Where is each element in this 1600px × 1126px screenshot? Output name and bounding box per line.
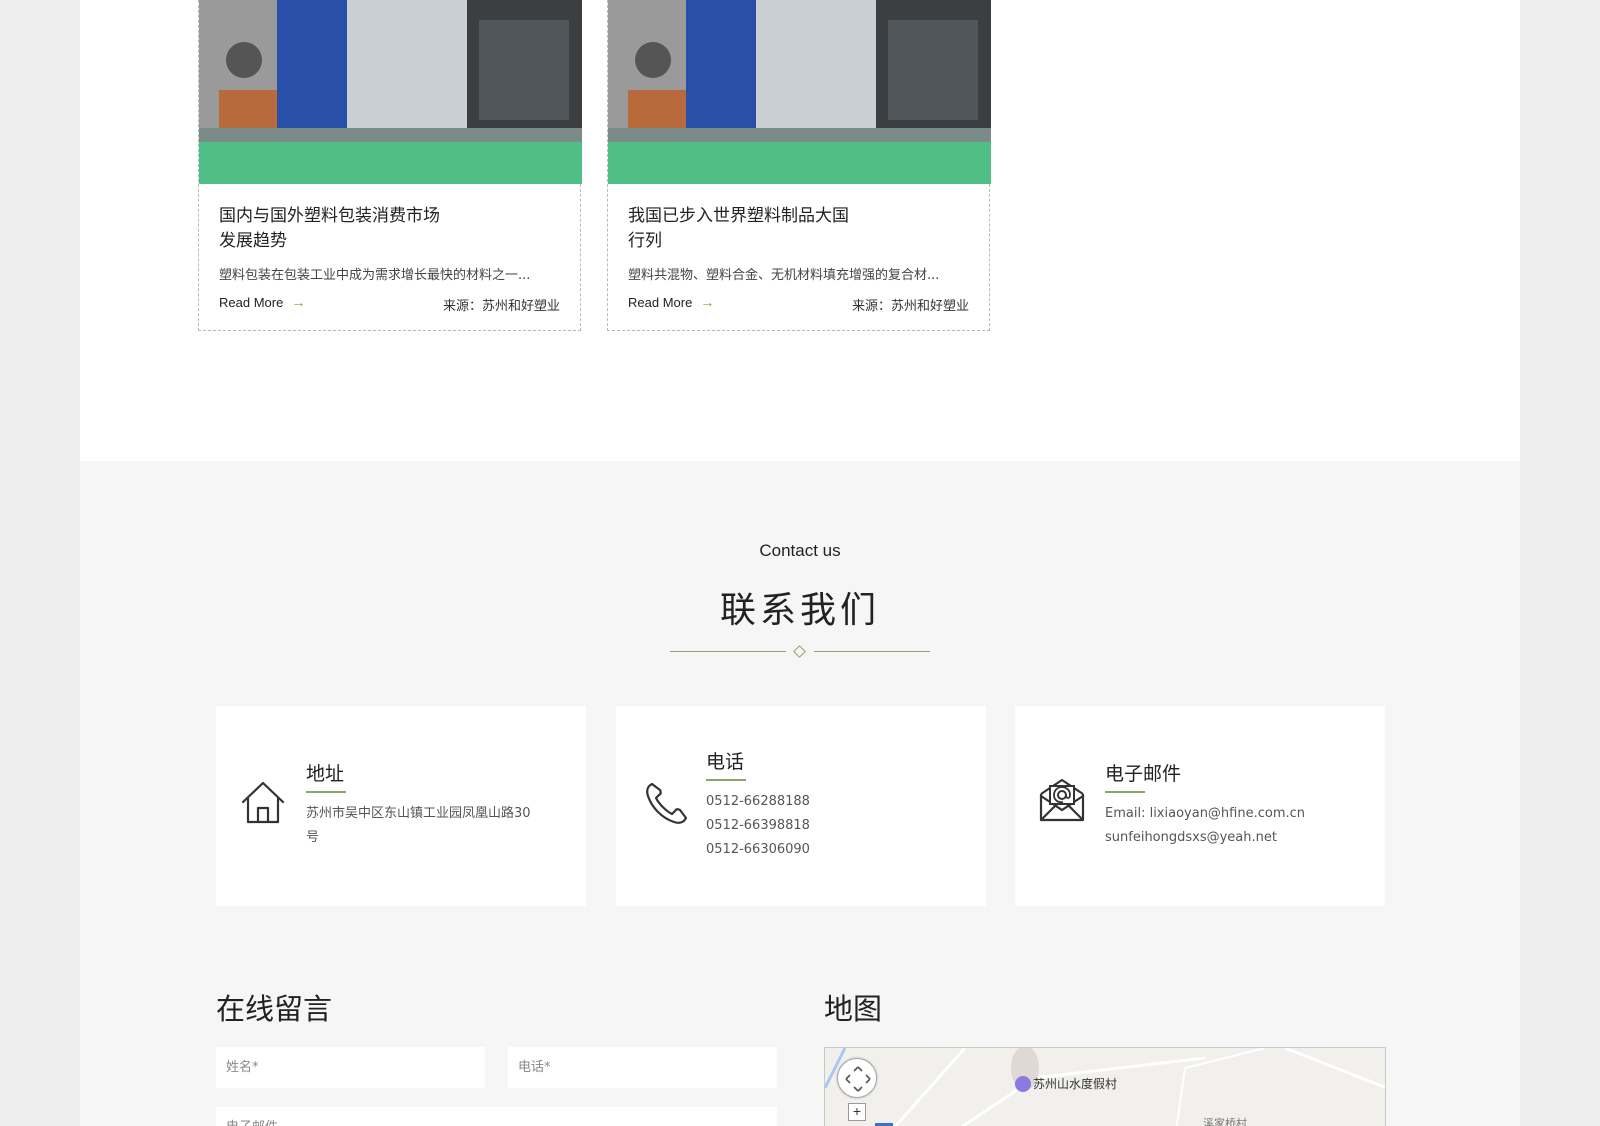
map-poi-label[interactable]: 苏州山水度假村 bbox=[1033, 1075, 1117, 1092]
phone-number[interactable]: 0512-66306090 bbox=[706, 838, 810, 862]
arrow-right-icon: → bbox=[700, 294, 715, 310]
map-poi[interactable]: 苏州山水度假村 bbox=[1015, 1075, 1117, 1092]
address-line: 苏州市吴中区东山镇工业园凤凰山路30 bbox=[306, 806, 531, 821]
phone-icon bbox=[646, 782, 688, 824]
address-line: 号 bbox=[306, 830, 320, 845]
envelope-at-icon bbox=[1039, 778, 1085, 822]
email-address[interactable]: Email: lixiaoyan@hfine.com.cn bbox=[1105, 802, 1305, 826]
news-title[interactable]: 我国已步入世界塑料制品大国 行列 bbox=[628, 204, 878, 254]
email-title: 电子邮件 bbox=[1105, 759, 1181, 793]
map-pin-icon bbox=[1015, 1075, 1031, 1092]
news-description: 塑料共混物、塑料合金、无机材料填充增强的复合材... bbox=[628, 268, 940, 283]
news-title-line[interactable]: 发展趋势 bbox=[219, 229, 469, 254]
email-text: Email: lixiaoyan@hfine.com.cn sunfeihong… bbox=[1105, 802, 1305, 850]
section-divider bbox=[670, 645, 930, 659]
contact-subtitle: Contact us bbox=[759, 541, 841, 560]
news-source: 来源：苏州和好塑业 bbox=[851, 299, 969, 314]
map-title: 地图 bbox=[824, 992, 883, 1026]
phone-numbers: 0512-66288188 0512-66398818 0512-6630609… bbox=[706, 790, 810, 862]
phone-input[interactable] bbox=[508, 1047, 777, 1088]
phone-number[interactable]: 0512-66398818 bbox=[706, 814, 810, 838]
contact-heading: 联系我们 bbox=[719, 590, 880, 631]
divider-line bbox=[814, 651, 930, 652]
read-more-label[interactable]: Read More bbox=[628, 295, 692, 310]
news-section: 国内与国外塑料包装消费市场 发展趋势 塑料包装在包装工业中成为需求增长最快的材料… bbox=[80, 0, 1520, 461]
address-title: 地址 bbox=[306, 759, 347, 793]
news-source: 来源：苏州和好塑业 bbox=[442, 299, 560, 314]
map-widget[interactable]: + 苏州山水度假村 溪家桥村 bbox=[824, 1047, 1386, 1126]
name-input[interactable] bbox=[216, 1047, 485, 1088]
diamond-icon bbox=[793, 645, 806, 658]
address-card: 地址 苏州市吴中区东山镇工业园凤凰山路30 号 bbox=[216, 706, 586, 906]
read-more-label[interactable]: Read More bbox=[219, 295, 283, 310]
address-text: 苏州市吴中区东山镇工业园凤凰山路30 号 bbox=[306, 802, 556, 850]
news-title[interactable]: 国内与国外塑料包装消费市场 发展趋势 bbox=[219, 204, 469, 254]
news-card[interactable]: 国内与国外塑料包装消费市场 发展趋势 塑料包装在包装工业中成为需求增长最快的材料… bbox=[198, 0, 582, 331]
email-input[interactable] bbox=[216, 1107, 777, 1126]
news-title-line[interactable]: 我国已步入世界塑料制品大国 bbox=[628, 204, 878, 229]
news-title-line[interactable]: 国内与国外塑料包装消费市场 bbox=[219, 204, 469, 229]
news-card[interactable]: 我国已步入世界塑料制品大国 行列 塑料共混物、塑料合金、无机材料填充增强的复合材… bbox=[607, 0, 991, 331]
email-address[interactable]: sunfeihongdsxs@yeah.net bbox=[1105, 826, 1305, 850]
contact-section: Contact us 联系我们 地址 苏州市吴中区东山镇工业园凤凰山路30 号 bbox=[80, 461, 1520, 1126]
email-card: 电子邮件 Email: lixiaoyan@hfine.com.cn sunfe… bbox=[1015, 706, 1385, 906]
phone-card: 电话 0512-66288188 0512-66398818 0512-6630… bbox=[616, 706, 986, 906]
message-form-title: 在线留言 bbox=[216, 992, 333, 1026]
read-more-link[interactable]: Read More → bbox=[219, 294, 305, 310]
news-title-line[interactable]: 行列 bbox=[628, 229, 878, 254]
divider-line bbox=[670, 651, 786, 652]
phone-number[interactable]: 0512-66288188 bbox=[706, 790, 810, 814]
arrow-right-icon: → bbox=[291, 294, 306, 310]
phone-title: 电话 bbox=[706, 747, 747, 781]
news-description: 塑料包装在包装工业中成为需求增长最快的材料之一... bbox=[219, 268, 531, 283]
news-image[interactable] bbox=[199, 0, 582, 184]
read-more-link[interactable]: Read More → bbox=[628, 294, 714, 310]
news-image[interactable] bbox=[608, 0, 991, 184]
map-pan-control[interactable] bbox=[837, 1058, 877, 1098]
map-zoom-in-button[interactable]: + bbox=[848, 1103, 866, 1121]
house-icon bbox=[241, 781, 285, 824]
page: 国内与国外塑料包装消费市场 发展趋势 塑料包装在包装工业中成为需求增长最快的材料… bbox=[80, 0, 1520, 1126]
map-place-label: 溪家桥村 bbox=[1203, 1117, 1247, 1126]
